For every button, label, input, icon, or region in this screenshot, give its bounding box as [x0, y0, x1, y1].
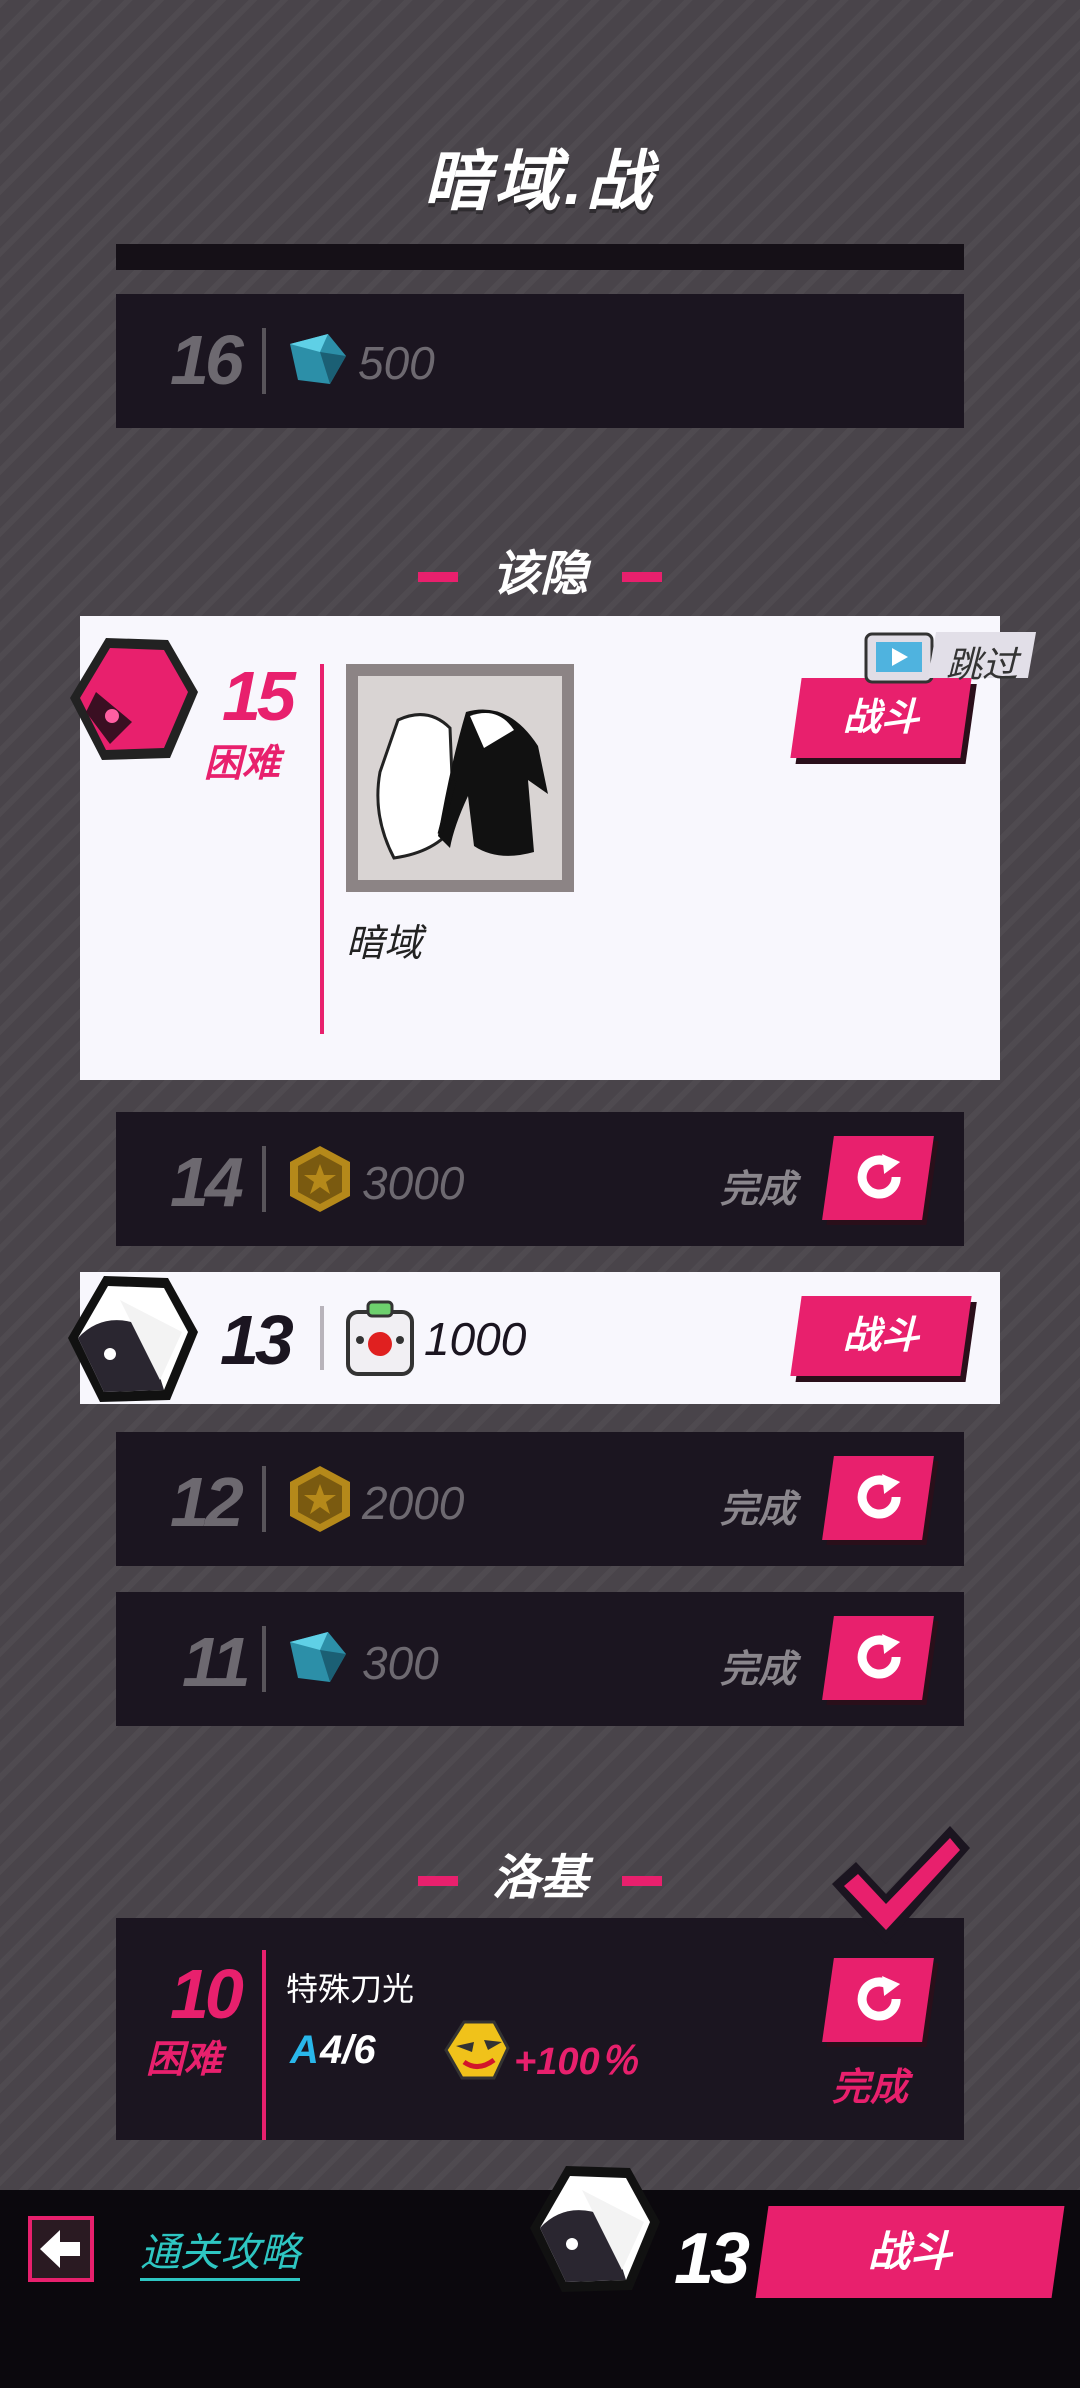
replay-button[interactable] — [822, 1456, 934, 1540]
costume-icon — [376, 709, 548, 860]
divider — [262, 1146, 266, 1212]
reward-amount: 500 — [358, 337, 435, 389]
section-header-cain: 该隐 — [0, 534, 1080, 604]
box-icon — [346, 1300, 414, 1376]
gem-icon — [290, 334, 346, 384]
divider — [262, 1950, 266, 2140]
stage-row-16[interactable]: 16 500 — [116, 294, 964, 428]
divider — [262, 1626, 266, 1692]
reward-item-frame — [346, 664, 574, 892]
stage-row-13[interactable]: 13 1000 战斗 — [80, 1272, 1000, 1404]
divider — [262, 1466, 266, 1532]
grade-progress: 4/6 — [320, 2028, 376, 2072]
video-icon — [864, 632, 934, 684]
back-arrow-icon — [40, 2230, 80, 2268]
reward-amount: 3000 — [362, 1157, 465, 1209]
status-label: 完成 — [832, 2067, 909, 2109]
difficulty-label: 困难 — [146, 2039, 223, 2081]
item-caption: 暗域 — [346, 923, 423, 965]
skip-button[interactable]: 跳过 — [862, 628, 1037, 685]
reward-amount: 2000 — [362, 1477, 465, 1529]
progress-strip — [116, 244, 964, 270]
stage-number: 15 — [222, 657, 296, 735]
replay-icon — [857, 1154, 901, 1199]
replay-button[interactable] — [822, 1616, 934, 1700]
stage-row-12[interactable]: 12 2000 完成 — [116, 1432, 964, 1566]
back-button[interactable] — [28, 2216, 94, 2282]
footer-avatar-icon — [530, 2166, 660, 2292]
grade-letter: A — [290, 2028, 319, 2072]
coin-icon — [290, 1466, 350, 1532]
checkmark-icon — [832, 1826, 970, 1944]
skill-name: 特殊刀光 — [286, 1971, 415, 2007]
stage-number: 14 — [170, 1143, 244, 1221]
main-fight-button[interactable]: 战斗 — [755, 2206, 1065, 2298]
stage-card-10[interactable]: 10 困难 特殊刀光 A 4/6 +100％ 完成 — [116, 1918, 964, 2140]
divider — [320, 1306, 324, 1370]
stage-row-14[interactable]: 14 3000 完成 — [116, 1112, 964, 1246]
difficulty-label: 困难 — [204, 743, 281, 785]
current-level: 13 — [674, 2219, 750, 2299]
status-label: 完成 — [720, 1649, 797, 1691]
stage-number: 13 — [220, 1301, 294, 1379]
stage-number: 10 — [170, 1955, 244, 2033]
bonus-face-icon — [444, 2020, 510, 2080]
replay-button[interactable] — [822, 1958, 934, 2042]
replay-icon — [857, 1474, 901, 1519]
divider — [320, 664, 324, 1034]
player-avatar-icon — [68, 1276, 198, 1402]
bonus-value: +100％ — [514, 2041, 638, 2083]
stage-number: 12 — [170, 1463, 244, 1541]
status-label: 完成 — [720, 1169, 797, 1211]
status-label: 完成 — [720, 1489, 797, 1531]
fight-button[interactable]: 战斗 — [790, 678, 972, 758]
skip-label: 跳过 — [946, 644, 1019, 685]
fight-button[interactable]: 战斗 — [790, 1296, 972, 1376]
stage-number: 11 — [182, 1623, 251, 1701]
stage-row-11[interactable]: 11 300 完成 — [116, 1592, 964, 1726]
replay-icon — [857, 1634, 901, 1679]
reward-amount: 1000 — [424, 1313, 527, 1365]
coin-icon — [290, 1146, 350, 1212]
divider — [262, 328, 266, 394]
replay-button[interactable] — [822, 1136, 934, 1220]
boss-avatar-cain-icon — [70, 638, 198, 760]
stage-number: 16 — [170, 321, 244, 399]
replay-icon — [857, 1976, 901, 2021]
reward-amount: 300 — [362, 1637, 439, 1689]
page-title: 暗域.战 — [423, 144, 657, 218]
guide-link[interactable]: 通关攻略 — [140, 2220, 300, 2281]
gem-icon — [290, 1632, 346, 1682]
